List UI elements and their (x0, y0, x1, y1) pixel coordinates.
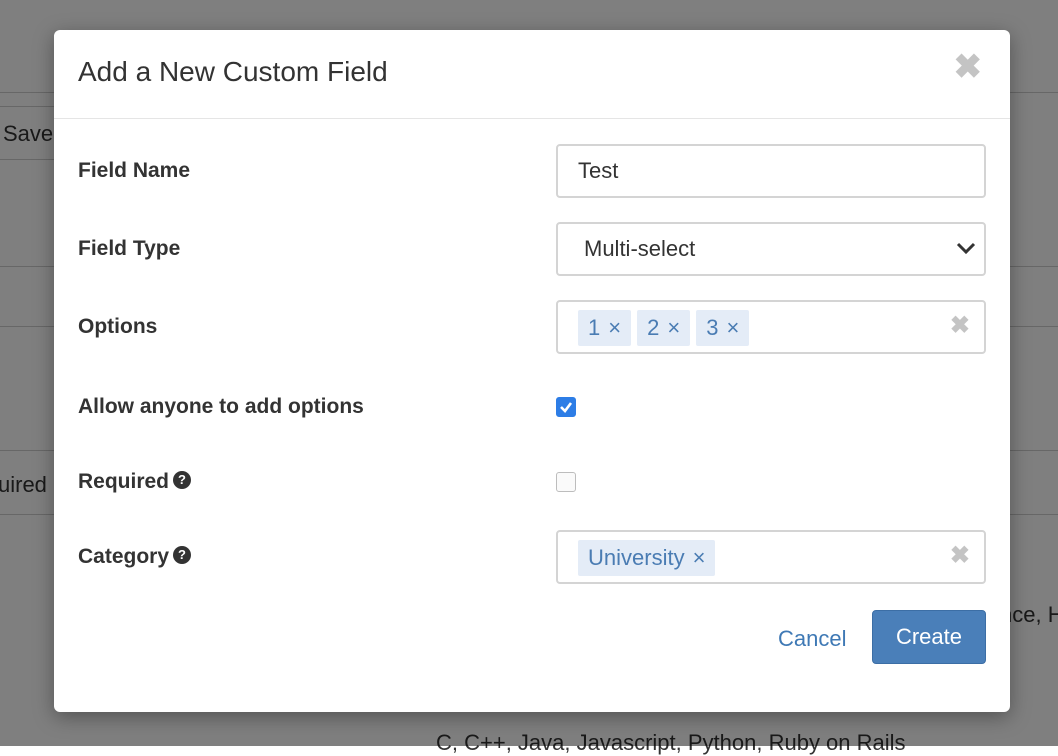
option-tag: 2 × (637, 310, 691, 346)
field-type-row: Field Type Multi-select (78, 222, 986, 276)
chevron-down-icon (956, 242, 976, 255)
option-tag-label: 1 (588, 315, 601, 340)
option-tag: 1 × (578, 310, 632, 346)
clear-category-icon[interactable]: ✖ (950, 544, 970, 568)
options-multiselect[interactable]: 1 × 2 × 3 × ✖ (556, 300, 986, 354)
options-label: Options (78, 315, 158, 338)
field-name-input-wrapper (556, 144, 986, 198)
question-circle-icon[interactable]: ? (173, 471, 192, 490)
required-label-wrapper: Required? (78, 455, 192, 509)
category-label: Category (78, 545, 170, 568)
close-icon[interactable]: ✖ (954, 50, 983, 84)
field-type-select[interactable]: Multi-select (556, 222, 986, 276)
create-button[interactable]: Create (872, 610, 986, 664)
option-tag-label: 3 (706, 315, 719, 340)
required-row: Required? (78, 455, 986, 509)
option-tag-label: 2 (647, 315, 660, 340)
remove-tag-icon[interactable]: × (693, 540, 706, 576)
custom-field-modal: Add a New Custom Field ✖ Field Name Fiel… (54, 30, 1010, 712)
category-row: Category? University × ✖ (78, 530, 986, 584)
field-name-row: Field Name (78, 144, 986, 198)
required-label: Required (78, 470, 170, 493)
allow-add-row: Allow anyone to add options (78, 380, 986, 434)
options-tag-list: 1 × 2 × 3 × (578, 310, 750, 346)
category-tag: University × (578, 540, 716, 576)
field-name-label: Field Name (78, 159, 191, 182)
category-tag-list: University × (578, 540, 716, 576)
clear-options-icon[interactable]: ✖ (950, 314, 970, 338)
modal-title: Add a New Custom Field (78, 56, 388, 87)
options-row: Options 1 × 2 × 3 × ✖ (78, 300, 986, 354)
remove-tag-icon[interactable]: × (726, 310, 739, 346)
allow-add-label: Allow anyone to add options (78, 395, 364, 418)
allow-add-checkbox[interactable] (556, 397, 576, 417)
option-tag: 3 × (696, 310, 750, 346)
question-circle-icon[interactable]: ? (173, 546, 192, 565)
modal-header: Add a New Custom Field ✖ (54, 30, 1010, 119)
category-tag-label: University (588, 545, 685, 570)
required-checkbox[interactable] (556, 472, 576, 492)
remove-tag-icon[interactable]: × (667, 310, 680, 346)
cancel-button[interactable]: Cancel (778, 626, 846, 652)
field-name-input[interactable] (558, 146, 984, 196)
remove-tag-icon[interactable]: × (608, 310, 621, 346)
field-type-value: Multi-select (584, 236, 696, 261)
category-multiselect[interactable]: University × ✖ (556, 530, 986, 584)
checkmark-icon (560, 402, 573, 413)
field-type-label: Field Type (78, 237, 181, 260)
category-label-wrapper: Category? (78, 530, 192, 584)
